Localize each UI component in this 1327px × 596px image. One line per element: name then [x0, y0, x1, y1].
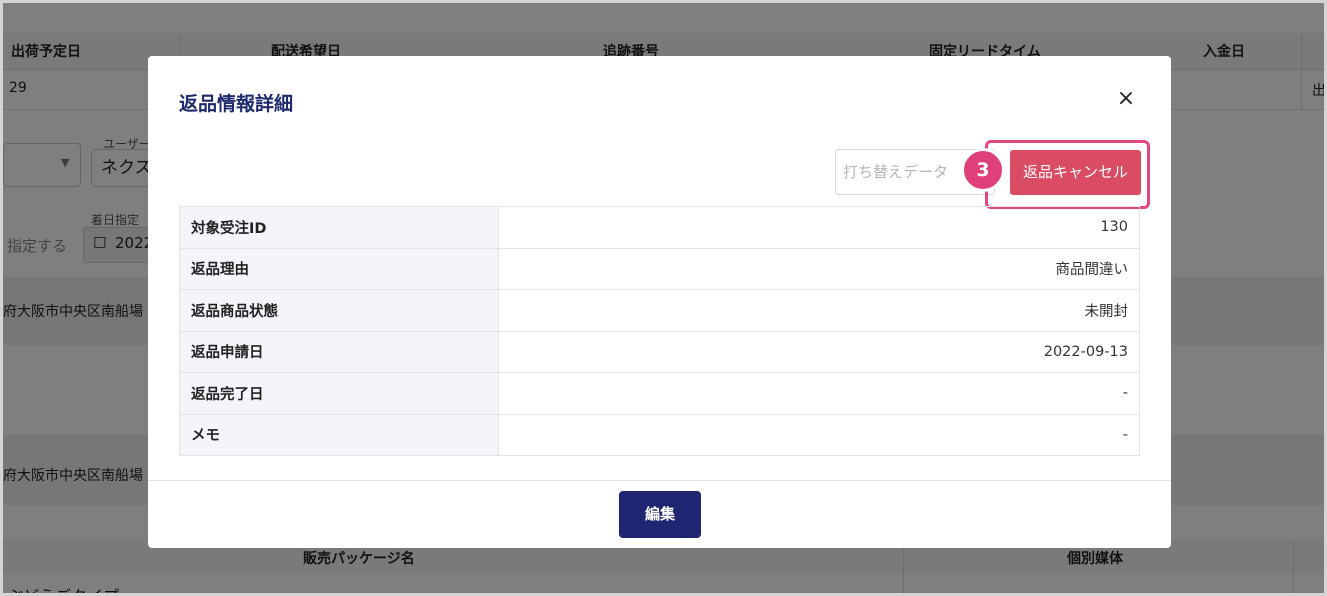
row-value: 商品間違い: [498, 247, 1140, 290]
table-row: 対象受注ID 130: [179, 206, 1140, 249]
row-value: -: [498, 413, 1140, 456]
row-value: 130: [498, 206, 1140, 249]
table-row: 返品商品状態 未開封: [179, 289, 1140, 332]
close-icon[interactable]: ×: [1114, 88, 1138, 112]
screenshot-frame: 出荷予定日 配送希望日 追跡番号 固定リードタイム 入金日 29 出 ▼ ユーザ…: [0, 0, 1327, 596]
return-cancel-button[interactable]: 返品キャンセル: [1010, 150, 1141, 195]
table-row: メモ -: [179, 413, 1140, 456]
row-value: 2022-09-13: [498, 330, 1140, 373]
table-row: 返品申請日 2022-09-13: [179, 330, 1140, 373]
row-value: -: [498, 372, 1140, 415]
row-value: 未開封: [498, 289, 1140, 332]
return-detail-table: 対象受注ID 130 返品理由 商品間違い 返品商品状態 未開封 返品申請日 2…: [179, 206, 1140, 456]
table-row: 返品理由 商品間違い: [179, 247, 1140, 290]
row-label: 対象受注ID: [179, 206, 499, 249]
row-label: 返品商品状態: [179, 289, 499, 332]
table-row: 返品完了日 -: [179, 372, 1140, 415]
row-label: 返品完了日: [179, 372, 499, 415]
edit-button[interactable]: 編集: [619, 491, 701, 538]
modal-footer-divider: [148, 480, 1171, 481]
step-number-badge: 3: [961, 148, 1005, 192]
row-label: 返品申請日: [179, 330, 499, 373]
row-label: メモ: [179, 413, 499, 456]
modal-title: 返品情報詳細: [179, 93, 294, 115]
return-detail-modal: 返品情報詳細 × 打ち替えデータ 返品キャンセル 3 対象受注ID 130 返品…: [148, 56, 1171, 548]
row-label: 返品理由: [179, 247, 499, 290]
